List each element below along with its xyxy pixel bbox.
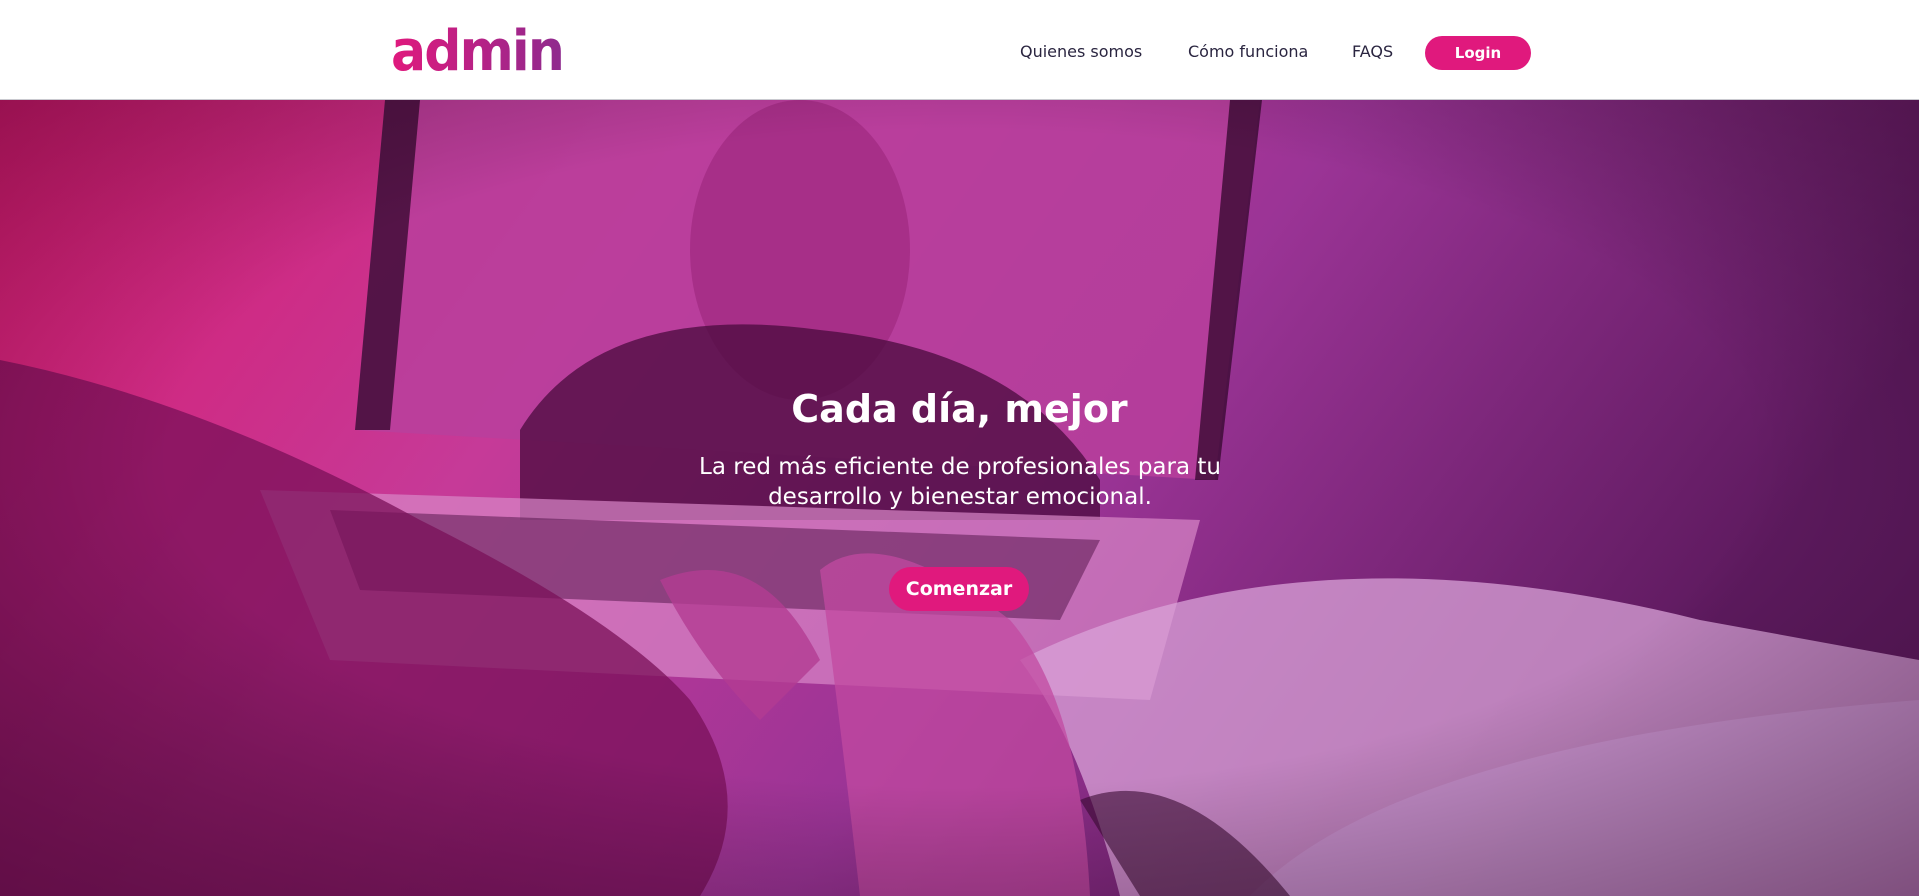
hero-subtitle: La red más eficiente de profesionales pa… (699, 454, 1221, 510)
nav-link-quienes-somos[interactable]: Quienes somos (1020, 40, 1142, 64)
login-button[interactable]: Login (1425, 36, 1531, 70)
hero-title: Cada día, mejor (791, 387, 1128, 431)
start-button[interactable]: Comenzar (889, 567, 1029, 611)
hero-section: Cada día, mejor La red más eficiente de … (0, 100, 1919, 896)
logo-wordmark: admin (391, 20, 563, 78)
site-header: admin Quienes somos Cómo funciona FAQS L… (0, 0, 1919, 100)
nav-link-faqs[interactable]: FAQS (1352, 40, 1393, 64)
nav-link-como-funciona[interactable]: Cómo funciona (1188, 40, 1308, 64)
admin-logo[interactable]: admin (391, 20, 566, 78)
